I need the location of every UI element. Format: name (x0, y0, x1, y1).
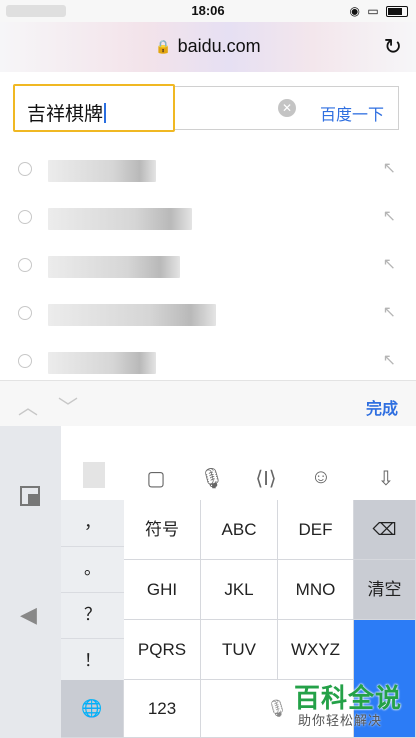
browser-url-bar[interactable]: 🔒 baidu.com ↻ (0, 22, 416, 72)
delete-key[interactable]: ⌫ (354, 500, 416, 560)
suggestion-item[interactable]: ↖ (0, 242, 416, 290)
keyboard-side-panel: ◀ (0, 426, 61, 738)
punct-key[interactable]: 。 (61, 546, 124, 593)
suggest-arrow-icon[interactable]: ↖ (383, 302, 396, 322)
suggest-circle-icon (18, 162, 32, 176)
punct-key[interactable]: ， (61, 500, 124, 547)
cursor-icon[interactable]: ⟨I⟩ (251, 466, 281, 491)
clear-key[interactable]: 清空 (354, 560, 416, 620)
clear-icon[interactable]: ✕ (278, 99, 296, 117)
search-query-wrap: 吉祥棋牌 (27, 99, 107, 126)
candidate-blurred (83, 462, 105, 488)
keyboard-toolbar: ︿ ﹀ 完成 (0, 380, 416, 427)
suggestion-item[interactable]: ↖ (0, 194, 416, 242)
suggestion-blurred (48, 352, 156, 374)
battery-icon (386, 6, 408, 18)
suggestion-item[interactable]: ↖ (0, 338, 416, 386)
suggestion-list: ↖ ↖ ↖ ↖ ↖ (0, 146, 416, 386)
search-query: 吉祥棋牌 (27, 104, 104, 125)
chevron-up-icon[interactable]: ︿ (18, 391, 38, 420)
chevron-down-icon[interactable]: ﹀ (58, 391, 78, 420)
key-mno[interactable]: MNO (278, 560, 354, 620)
suggest-arrow-icon[interactable]: ↖ (383, 254, 396, 274)
suggest-arrow-icon[interactable]: ↖ (383, 350, 396, 370)
done-button[interactable]: 完成 (366, 395, 398, 419)
keyboard-switch-icon[interactable] (20, 486, 40, 506)
suggestion-blurred (48, 256, 180, 278)
key-jkl[interactable]: JKL (201, 560, 278, 620)
text-caret (104, 103, 107, 123)
suggestion-blurred (48, 304, 216, 326)
back-arrow-icon[interactable]: ◀ (20, 602, 37, 628)
lock-icon: 🔒 (155, 39, 172, 54)
lock-rotation-icon: ◉ (349, 4, 362, 18)
suggest-circle-icon (18, 258, 32, 272)
watermark: 百科全说 助你轻松解决 (282, 676, 416, 738)
suggest-circle-icon (18, 210, 32, 224)
punct-key[interactable]: ？ (61, 592, 124, 639)
key-symbols[interactable]: 符号 (124, 500, 201, 560)
globe-key[interactable]: 🌐 (61, 680, 124, 738)
url-display[interactable]: 🔒 baidu.com (0, 36, 416, 57)
suggestion-blurred (48, 208, 192, 230)
key-wxyz[interactable]: WXYZ (278, 620, 354, 680)
suggestion-item[interactable]: ↖ (0, 290, 416, 338)
key-ghi[interactable]: GHI (124, 560, 201, 620)
key-tuv[interactable]: TUV (201, 620, 278, 680)
suggest-circle-icon (18, 354, 32, 368)
search-input[interactable]: 吉祥棋牌 (13, 84, 175, 132)
search-button[interactable]: 百度一下 (320, 101, 384, 125)
microphone-icon[interactable]: 🎙 (197, 466, 227, 491)
delete-icon: ⌫ (372, 520, 397, 539)
globe-icon: 🌐 (81, 699, 103, 718)
key-pqrs[interactable]: PQRS (124, 620, 201, 680)
punct-key[interactable]: ！ (61, 638, 124, 685)
suggest-arrow-icon[interactable]: ↖ (383, 158, 396, 178)
collapse-icon[interactable]: ⇩ (371, 466, 401, 491)
key-def[interactable]: DEF (278, 500, 354, 560)
key-abc[interactable]: ABC (201, 500, 278, 560)
status-bar: 18:06 ◉ ▭ (0, 0, 416, 22)
url-domain: baidu.com (177, 36, 261, 56)
key-123[interactable]: 123 (124, 680, 201, 738)
keyboard-icon-row: ▢ 🎙 ⟨I⟩ ☺ ⇩ (61, 426, 416, 500)
search-row: 吉祥棋牌 ✕ 百度一下 (0, 78, 416, 142)
cast-icon: ▭ (367, 4, 381, 18)
status-icons: ◉ ▭ (349, 4, 408, 18)
emoji-list-icon[interactable]: ▢ (141, 466, 171, 491)
watermark-subtitle: 助你轻松解决 (298, 713, 383, 728)
suggest-circle-icon (18, 306, 32, 320)
suggestion-blurred (48, 160, 156, 182)
reload-icon[interactable]: ↻ (384, 34, 402, 60)
smile-icon[interactable]: ☺ (306, 466, 336, 489)
suggest-arrow-icon[interactable]: ↖ (383, 206, 396, 226)
suggestion-item[interactable]: ↖ (0, 146, 416, 194)
